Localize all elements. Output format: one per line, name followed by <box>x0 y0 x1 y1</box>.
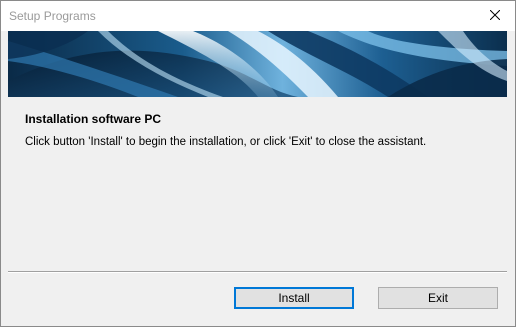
page-heading: Installation software PC <box>25 112 162 126</box>
window-title: Setup Programs <box>9 9 96 23</box>
content-area: Installation software PC Click button 'I… <box>8 97 507 271</box>
header-banner-image <box>8 31 507 97</box>
instruction-text: Click button 'Install' to begin the inst… <box>25 136 427 148</box>
exit-button[interactable]: Exit <box>378 287 498 309</box>
setup-window: Setup Programs Installation software PC … <box>0 0 516 327</box>
title-bar[interactable]: Setup Programs <box>1 1 515 31</box>
close-icon <box>490 10 500 20</box>
install-button[interactable]: Install <box>234 287 354 309</box>
close-button[interactable] <box>481 3 509 27</box>
divider <box>8 271 507 273</box>
